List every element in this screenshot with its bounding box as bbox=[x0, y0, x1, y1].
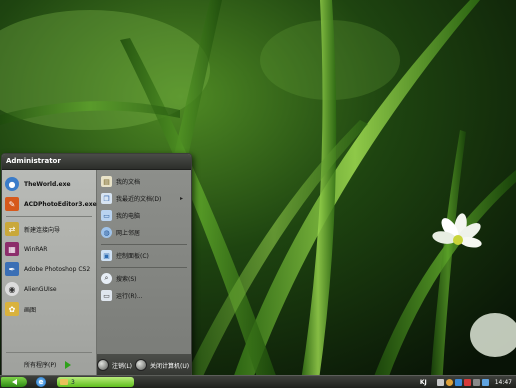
pinned-item-label: ACDPhotoEditor3.exe bbox=[24, 200, 97, 208]
all-programs-divider bbox=[6, 352, 92, 353]
start-button[interactable] bbox=[1, 377, 27, 387]
my-documents-icon: ▤ bbox=[101, 176, 112, 187]
logoff-icon bbox=[97, 359, 109, 371]
place-label: 我最近的文档(D) bbox=[116, 196, 162, 203]
paint-icon: ✿ bbox=[5, 302, 19, 316]
submenu-arrow-icon: ▸ bbox=[179, 195, 183, 202]
shutdown-button[interactable]: 关闭计算机(U) bbox=[135, 358, 189, 372]
start-menu: Administrator ● TheWorld.exe ✎ ACDPhotoE… bbox=[1, 153, 192, 377]
tool-label: 搜索(S) bbox=[116, 276, 137, 283]
pinned-item-label: TheWorld.exe bbox=[24, 180, 71, 188]
start-menu-footer: 注销(L) 关闭计算机(U) bbox=[97, 354, 191, 376]
search-icon: ⌕ bbox=[101, 273, 112, 284]
recent-item-label: 新建连接向导 bbox=[24, 226, 61, 234]
place-my-computer[interactable]: ▭ 我的电脑 bbox=[101, 208, 140, 223]
user-name: Administrator bbox=[6, 157, 61, 165]
shutdown-icon bbox=[135, 359, 147, 371]
place-recent-documents[interactable]: ❐ 我最近的文档(D) ▸ bbox=[101, 191, 187, 206]
recent-item-label: Adobe Photoshop CS2 bbox=[24, 265, 91, 273]
start-menu-user-header: Administrator bbox=[2, 154, 191, 170]
recent-item-paint[interactable]: ✿ 画图 bbox=[5, 300, 36, 318]
places-divider bbox=[101, 244, 187, 245]
tools-divider bbox=[101, 267, 187, 268]
tool-control-panel[interactable]: ▣ 控制面板(C) bbox=[101, 248, 149, 263]
tray-monitor-icon[interactable] bbox=[454, 378, 462, 386]
pinned-item-acdphotoeditor[interactable]: ✎ ACDPhotoEditor3.exe bbox=[5, 195, 97, 213]
system-tray: KJ 14:47 bbox=[420, 376, 516, 388]
acdsee-photo-editor-icon: ✎ bbox=[5, 197, 19, 211]
recent-item-connection-wizard[interactable]: ⇄ 新建连接向导 bbox=[5, 220, 60, 238]
clock[interactable]: 14:47 bbox=[495, 379, 512, 386]
winrar-icon: ▦ bbox=[5, 242, 19, 256]
tool-label: 控制面板(C) bbox=[116, 253, 149, 260]
start-menu-programs-pane: ● TheWorld.exe ✎ ACDPhotoEditor3.exe ⇄ 新… bbox=[2, 170, 97, 376]
my-computer-icon: ▭ bbox=[101, 210, 112, 221]
network-places-icon: ◍ bbox=[101, 227, 112, 238]
tool-run[interactable]: ▭ 运行(R)... bbox=[101, 288, 143, 303]
control-panel-icon: ▣ bbox=[101, 250, 112, 261]
taskbar: e 3 KJ 14:47 bbox=[0, 375, 516, 388]
place-label: 我的文档 bbox=[116, 179, 141, 186]
tray-network-icon[interactable] bbox=[436, 378, 444, 386]
internet-explorer-icon[interactable]: e bbox=[36, 377, 46, 387]
recent-item-photoshop[interactable]: ✒ Adobe Photoshop CS2 bbox=[5, 260, 90, 278]
place-label: 网上邻居 bbox=[116, 230, 141, 237]
photoshop-feather-icon: ✒ bbox=[5, 262, 19, 276]
all-programs-button[interactable]: 所有程序(P) bbox=[24, 360, 72, 369]
logoff-label: 注销(L) bbox=[112, 362, 133, 370]
alien-guise-icon: ◉ bbox=[5, 282, 19, 296]
run-icon: ▭ bbox=[101, 290, 112, 301]
pinned-item-theworld[interactable]: ● TheWorld.exe bbox=[5, 175, 71, 193]
recent-item-alienguise[interactable]: ◉ AlienGUIse bbox=[5, 280, 57, 298]
start-menu-places-pane: ▤ 我的文档 ❐ 我最近的文档(D) ▸ ▭ 我的电脑 ◍ 网上邻居 ▣ 控制面… bbox=[97, 170, 191, 354]
shutdown-label: 关闭计算机(U) bbox=[150, 362, 190, 370]
green-arrow-icon bbox=[65, 360, 72, 369]
all-programs-label: 所有程序(P) bbox=[24, 362, 57, 369]
start-arrow-icon bbox=[11, 379, 17, 385]
tray-messenger-icon[interactable] bbox=[481, 378, 489, 386]
theworld-browser-icon: ● bbox=[5, 177, 19, 191]
tray-volume-icon[interactable] bbox=[472, 378, 480, 386]
tool-search[interactable]: ⌕ 搜索(S) bbox=[101, 271, 137, 286]
place-my-documents[interactable]: ▤ 我的文档 bbox=[101, 174, 140, 189]
folder-icon bbox=[60, 379, 68, 385]
place-network[interactable]: ◍ 网上邻居 bbox=[101, 225, 140, 240]
recent-documents-icon: ❐ bbox=[101, 193, 112, 204]
recent-item-winrar[interactable]: ▦ WinRAR bbox=[5, 240, 47, 258]
language-indicator[interactable]: KJ bbox=[420, 379, 427, 386]
place-label: 我的电脑 bbox=[116, 213, 141, 220]
recent-item-label: AlienGUIse bbox=[24, 285, 57, 293]
pinned-divider bbox=[6, 216, 92, 217]
connection-wizard-icon: ⇄ bbox=[5, 222, 19, 236]
tray-app-icon[interactable] bbox=[445, 378, 453, 386]
recent-item-label: 画图 bbox=[24, 306, 37, 314]
tray-security-icon[interactable] bbox=[463, 378, 471, 386]
tool-label: 运行(R)... bbox=[116, 293, 143, 300]
taskbar-window-label: 3 bbox=[71, 378, 75, 386]
recent-item-label: WinRAR bbox=[24, 245, 48, 253]
logoff-button[interactable]: 注销(L) bbox=[97, 358, 132, 372]
taskbar-window-button[interactable]: 3 bbox=[57, 377, 134, 387]
